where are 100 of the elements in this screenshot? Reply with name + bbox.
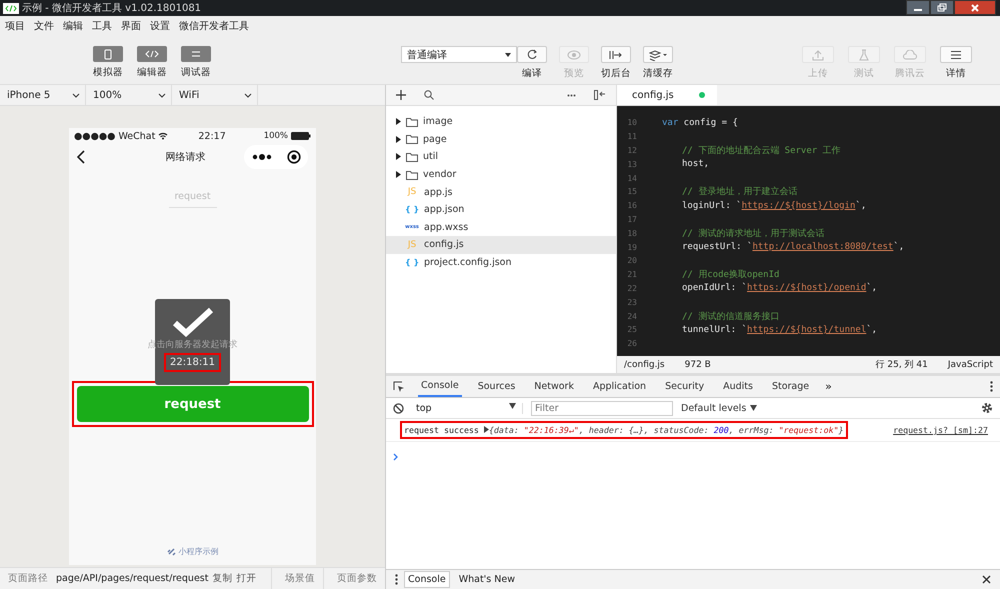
folder-icon (406, 134, 418, 144)
devtools-tab[interactable]: Storage (768, 376, 812, 397)
toolbar-button[interactable]: 详情 (940, 46, 972, 80)
code-line: // 测试的信道服务接口 (681, 310, 780, 323)
line-number: 16 (626, 201, 637, 210)
app-logo-icon (3, 2, 19, 14)
log-message: request success {data: "22:16:39↵", header: {…}, statusCode: 200, errMsg: "request:ok"} (400, 421, 848, 439)
expand-arrow-icon (396, 118, 401, 126)
menu-item[interactable]: 界面 (121, 19, 141, 33)
view-toggle-button[interactable]: 调试器 (181, 46, 211, 79)
clear-console-icon[interactable] (393, 402, 404, 414)
expand-arrow-icon (396, 136, 401, 143)
code-line: // 用code换取openId (681, 268, 780, 282)
line-number: 14 (626, 174, 637, 183)
close-button[interactable] (954, 0, 996, 15)
expand-arrow-icon (396, 171, 401, 178)
menu-item[interactable]: 微信开发者工具 (179, 19, 249, 33)
scene-value-button[interactable]: 场景值 (271, 568, 323, 589)
file-tree-item[interactable]: page (386, 130, 616, 148)
devtools-tab[interactable]: Console (418, 376, 462, 397)
back-icon[interactable] (77, 150, 85, 164)
view-toggle-button[interactable]: 模拟器 (93, 46, 123, 79)
file-tree-item[interactable]: { } app.json (386, 200, 616, 219)
restore-button[interactable] (930, 0, 954, 15)
more-icon[interactable] (252, 154, 272, 160)
kebab-menu-icon[interactable] (990, 381, 993, 392)
file-tree-item[interactable]: vendor (386, 166, 616, 184)
upload-icon (802, 46, 834, 63)
language-text: JavaScript (948, 360, 993, 370)
record-icon[interactable] (286, 150, 300, 164)
filter-field[interactable]: Filter (531, 400, 673, 416)
device-select[interactable]: 100% (86, 85, 172, 105)
capsule-menu[interactable] (244, 145, 308, 169)
file-tree-item[interactable]: JS app.js (386, 183, 616, 201)
toolbar-button[interactable]: 切后台 (601, 46, 631, 80)
path-action-link[interactable]: 复制 (212, 572, 232, 585)
code-line: // 测试的请求地址，用于测试会话 (681, 228, 824, 240)
toolbar-button[interactable]: 清缓存 (643, 46, 673, 80)
device-select[interactable]: WiFi (172, 85, 258, 105)
compile-mode-select[interactable]: 普通编译 (401, 46, 517, 63)
source-link[interactable]: request.js? [sm]:27 (893, 425, 988, 435)
add-icon[interactable] (396, 90, 406, 100)
code-line: // 下面的地址配合云端 Server 工作 (681, 144, 841, 157)
devtools-tab[interactable]: Application (590, 376, 650, 397)
page-path-text: page/API/pages/request/request (56, 573, 208, 584)
toolbar-button[interactable]: 编译 (517, 46, 547, 80)
path-label: 页面路径 (8, 572, 48, 585)
context-select[interactable]: top (412, 402, 523, 414)
menu-item[interactable]: 文件 (34, 19, 54, 33)
file-tree-item[interactable]: { } project.config.json (386, 254, 616, 272)
file-type-label: { } (405, 258, 419, 268)
path-action-link[interactable]: 打开 (236, 572, 256, 585)
expand-arrow-icon[interactable] (484, 426, 489, 433)
menu-item[interactable]: 工具 (92, 19, 112, 33)
devtools-tab[interactable]: Network (531, 376, 577, 397)
line-number: 20 (626, 256, 637, 266)
drawer-tab[interactable]: Console (404, 571, 450, 588)
device-select[interactable]: iPhone 5 (0, 85, 86, 105)
more-icon[interactable] (567, 94, 576, 96)
battery-text: 100% (264, 131, 288, 141)
view-toggle-button[interactable]: 编辑器 (137, 46, 167, 79)
menu-item[interactable]: 设置 (150, 19, 170, 33)
phone-icon (93, 46, 123, 62)
file-tree-item[interactable]: image (386, 113, 616, 131)
inspect-icon[interactable] (393, 380, 405, 392)
input-field[interactable]: request (168, 188, 216, 208)
battery-icon (291, 132, 311, 140)
close-icon[interactable] (982, 575, 991, 584)
editor-tab[interactable]: config.js (617, 85, 717, 105)
search-icon[interactable] (424, 90, 434, 100)
devtools-tab[interactable]: Audits (720, 376, 756, 397)
footer-text: 小程序示例 (178, 546, 218, 557)
debug-icon (181, 46, 211, 62)
kebab-menu-icon[interactable] (395, 574, 398, 585)
checkmark-icon (172, 307, 214, 337)
file-tree-item[interactable]: JS config.js (386, 236, 616, 254)
menu-item[interactable]: 编辑 (63, 19, 83, 33)
refresh-icon (517, 46, 547, 63)
carrier-text: ●●●●● WeChat (74, 130, 156, 142)
file-tree-item[interactable]: util (386, 148, 616, 166)
line-number: 23 (626, 298, 637, 307)
file-path-text: /config.js (624, 360, 665, 370)
minimize-button[interactable] (906, 0, 930, 15)
code-line: tunnelUrl: `https://${host}/tunnel`, (681, 324, 878, 335)
caret-icon (750, 405, 758, 411)
settings-icon[interactable] (981, 402, 993, 414)
line-number: 25 (626, 325, 637, 334)
code-line: host, (681, 159, 710, 170)
line-number: 18 (626, 228, 637, 238)
page-params-button[interactable]: 页面参数 (323, 568, 385, 589)
drawer-tab[interactable]: What's New (456, 572, 518, 587)
devtools-tab[interactable]: Sources (474, 376, 518, 397)
line-number: 15 (626, 187, 637, 196)
code-icon (137, 46, 167, 62)
menu-item[interactable]: 项目 (5, 19, 25, 33)
folder-icon (406, 152, 418, 162)
devtools-tab[interactable]: Security (662, 376, 708, 397)
log-levels-select[interactable]: Default levels (681, 402, 758, 414)
collapse-panel-icon[interactable] (594, 90, 606, 100)
more-tabs-button[interactable]: » (825, 380, 832, 393)
